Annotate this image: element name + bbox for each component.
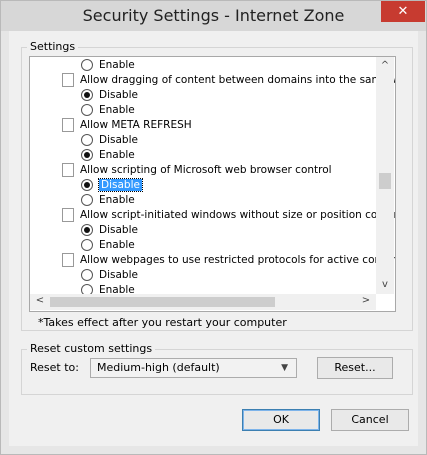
security-settings-dialog: Security Settings - Internet Zone ✕ Sett… (0, 0, 427, 455)
setting-label: Enable (99, 239, 135, 251)
scroll-right-arrow[interactable]: > (358, 295, 374, 306)
setting-label: Disable (99, 134, 138, 146)
setting-label: Disable (98, 178, 143, 192)
radio-button[interactable] (81, 224, 93, 236)
horizontal-scrollbar[interactable]: < > (30, 294, 376, 310)
settings-list[interactable]: Enable Allow dragging of content between … (29, 56, 396, 312)
restart-note: *Takes effect after you restart your com… (38, 316, 287, 329)
radio-button[interactable] (81, 269, 93, 281)
setting-option[interactable]: Disable (81, 268, 138, 283)
vertical-scrollbar[interactable]: ^ v (376, 57, 394, 294)
setting-page-icon (62, 163, 74, 177)
setting-option[interactable]: Enable (81, 58, 135, 73)
setting-header: Allow webpages to use restricted protoco… (62, 253, 396, 268)
setting-header: Allow dragging of content between domain… (62, 73, 396, 88)
scroll-left-arrow[interactable]: < (32, 295, 48, 306)
setting-label: Allow scripting of Microsoft web browser… (80, 164, 332, 176)
setting-option[interactable]: Disable (81, 178, 143, 193)
setting-label: Enable (99, 149, 135, 161)
setting-page-icon (62, 253, 74, 267)
settings-group-label: Settings (27, 40, 79, 53)
horizontal-scroll-thumb[interactable] (50, 297, 275, 307)
vertical-scroll-thumb[interactable] (379, 173, 391, 189)
setting-header: Allow scripting of Microsoft web browser… (62, 163, 332, 178)
scroll-up-arrow[interactable]: ^ (377, 60, 393, 71)
ok-button[interactable]: OK (242, 409, 320, 431)
radio-button[interactable] (81, 59, 93, 71)
setting-label: Allow script-initiated windows without s… (80, 209, 396, 221)
setting-option[interactable]: Disable (81, 88, 138, 103)
setting-page-icon (62, 73, 74, 87)
dialog-title: Security Settings - Internet Zone (82, 6, 345, 25)
setting-label: Enable (99, 59, 135, 71)
radio-button[interactable] (81, 179, 93, 191)
scroll-down-arrow[interactable]: v (377, 279, 393, 290)
setting-header: Allow META REFRESH (62, 118, 192, 133)
reset-group-label: Reset custom settings (27, 342, 156, 355)
radio-button[interactable] (81, 194, 93, 206)
setting-page-icon (62, 208, 74, 222)
setting-label: Disable (99, 89, 138, 101)
setting-option[interactable]: Enable (81, 238, 135, 253)
radio-button[interactable] (81, 104, 93, 116)
setting-option[interactable]: Enable (81, 148, 135, 163)
setting-label: Allow webpages to use restricted protoco… (80, 254, 396, 266)
setting-label: Disable (99, 269, 138, 281)
setting-label: Disable (99, 224, 138, 236)
radio-button[interactable] (81, 239, 93, 251)
chevron-down-icon: ▼ (281, 363, 288, 373)
reset-button[interactable]: Reset... (317, 357, 393, 379)
setting-label: Allow dragging of content between domain… (80, 74, 396, 86)
setting-label: Allow META REFRESH (80, 119, 192, 131)
radio-button[interactable] (81, 149, 93, 161)
title-bar: Security Settings - Internet Zone ✕ (1, 1, 426, 31)
cancel-button[interactable]: Cancel (331, 409, 409, 431)
setting-option[interactable]: Disable (81, 223, 138, 238)
reset-level-select[interactable]: Medium-high (default) ▼ (90, 358, 297, 378)
radio-button[interactable] (81, 134, 93, 146)
reset-to-label: Reset to: (30, 361, 79, 374)
setting-header: Allow script-initiated windows without s… (62, 208, 396, 223)
close-button[interactable]: ✕ (381, 1, 425, 22)
setting-option[interactable]: Enable (81, 193, 135, 208)
setting-label: Enable (99, 194, 135, 206)
radio-button[interactable] (81, 89, 93, 101)
reset-level-value: Medium-high (default) (97, 361, 220, 374)
setting-page-icon (62, 118, 74, 132)
setting-option[interactable]: Enable (81, 103, 135, 118)
setting-option[interactable]: Disable (81, 133, 138, 148)
setting-label: Enable (99, 104, 135, 116)
